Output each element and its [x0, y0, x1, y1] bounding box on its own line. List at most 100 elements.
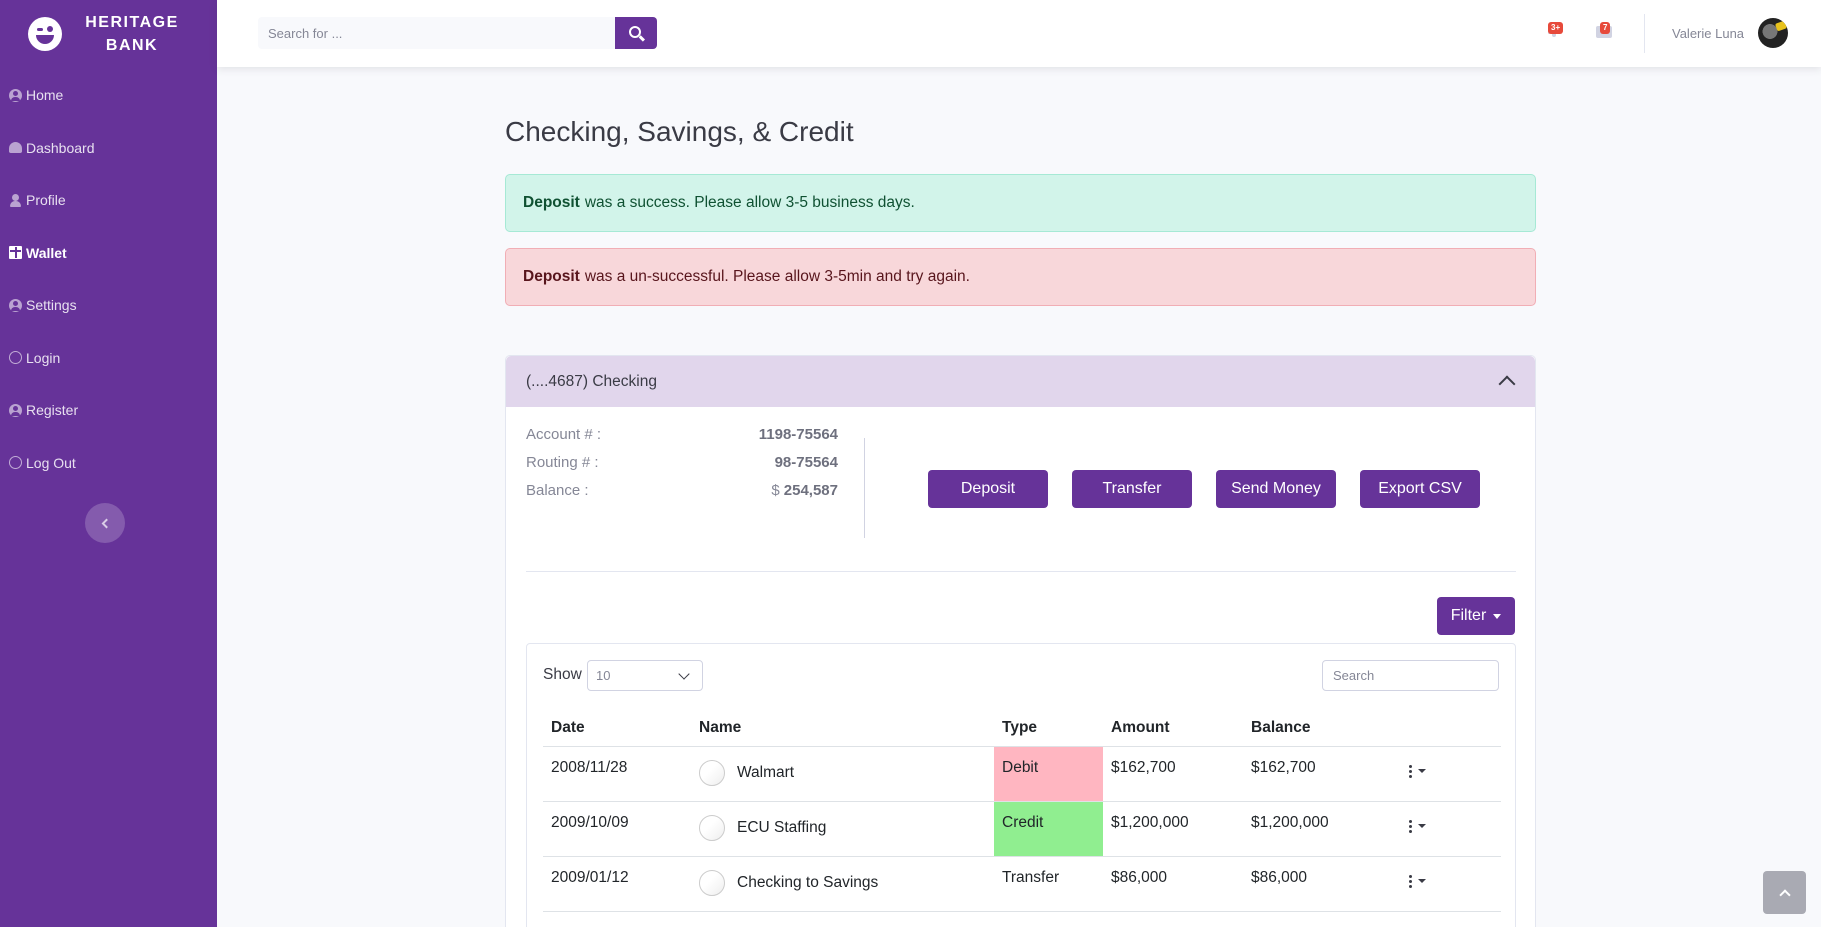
messages-count-badge: 7	[1600, 22, 1611, 34]
table-search-input[interactable]	[1322, 660, 1499, 691]
deposit-button[interactable]: Deposit	[928, 470, 1048, 508]
avatar[interactable]	[1758, 18, 1788, 48]
scroll-to-top-button[interactable]	[1763, 871, 1806, 914]
balance-row: Balance : $254,587	[526, 482, 838, 510]
wink-logo-icon	[28, 16, 62, 51]
sidebar-item-profile[interactable]: Profile	[0, 174, 217, 227]
sidebar-item-label: Dashboard	[26, 139, 95, 156]
merchant-image	[699, 759, 725, 786]
table-header-row: Date Name Type Amount Balance	[543, 710, 1501, 747]
column-header-amount[interactable]: Amount	[1103, 710, 1243, 747]
routing-number-row: Routing # : 98-75564	[526, 454, 838, 482]
sidebar-item-label: Login	[26, 349, 61, 366]
sidebar-item-settings[interactable]: Settings	[0, 279, 217, 332]
filter-button[interactable]: Filter	[1437, 597, 1515, 635]
chevron-down-icon	[678, 668, 690, 680]
chevron-left-icon	[101, 518, 112, 528]
row-menu-button[interactable]	[1409, 819, 1501, 833]
section-divider	[526, 571, 1516, 572]
circle-user-outline-icon	[9, 351, 22, 365]
sidebar-item-logout[interactable]: Log Out	[0, 437, 217, 490]
row-menu-button[interactable]	[1409, 874, 1501, 888]
balance-label: Balance :	[526, 482, 589, 499]
account-actions: Deposit Transfer Send Money Export CSV	[928, 470, 1480, 508]
search-button[interactable]	[615, 17, 657, 49]
date-cell: 2009/10/09	[543, 801, 691, 857]
brand-name: HERITAGE BANK	[85, 13, 179, 54]
circle-user-outline-icon	[9, 456, 22, 470]
sidebar-item-login[interactable]: Login	[0, 332, 217, 385]
topbar-divider	[1644, 14, 1645, 53]
column-header-type[interactable]: Type	[994, 710, 1103, 747]
account-details: Account # : 1198-75564 Routing # : 98-75…	[526, 426, 838, 510]
sidebar-item-dashboard[interactable]: Dashboard	[0, 122, 217, 175]
sidebar-nav: Home Dashboard Profile Wallet Settings L…	[0, 67, 217, 489]
merchant-name: Walmart	[737, 763, 795, 781]
user-circle-icon	[9, 88, 22, 102]
table-icon	[9, 246, 22, 260]
account-card-header[interactable]: (....4687) Checking	[506, 356, 1535, 407]
chevron-up-icon[interactable]	[1498, 375, 1516, 393]
user-icon	[9, 193, 22, 207]
sidebar-item-label: Settings	[26, 297, 77, 314]
balance-cell: $86,000	[1243, 856, 1401, 912]
user-circle-icon	[9, 298, 22, 312]
account-number-value: 1198-75564	[758, 426, 838, 443]
sidebar-item-label: Register	[26, 402, 79, 419]
merchant-image	[699, 869, 725, 896]
kebab-icon	[1409, 819, 1412, 833]
name-cell: ECU Staffing	[691, 801, 994, 857]
transactions-table: Date Name Type Amount Balance 2008/11/28…	[543, 710, 1501, 912]
tachometer-icon	[9, 142, 22, 154]
sidebar-item-label: Profile	[26, 192, 66, 209]
table-row: 2009/01/12 Checking to Savings Transfer …	[543, 856, 1501, 912]
kebab-icon	[1409, 764, 1412, 778]
row-actions-cell	[1401, 801, 1501, 857]
type-cell: Credit	[994, 801, 1103, 857]
account-card: (....4687) Checking Account # : 1198-755…	[505, 355, 1536, 927]
user-name[interactable]: Valerie Luna	[1672, 26, 1744, 41]
sidebar-item-home[interactable]: Home	[0, 69, 217, 122]
sidebar-toggle-button[interactable]	[85, 503, 125, 543]
merchant-image	[699, 814, 725, 841]
send-money-button[interactable]: Send Money	[1216, 470, 1336, 508]
show-entries-value: 10	[596, 668, 611, 683]
row-menu-button[interactable]	[1409, 764, 1501, 778]
sidebar-item-label: Home	[26, 87, 64, 104]
kebab-icon	[1409, 874, 1412, 888]
column-header-actions	[1401, 710, 1501, 747]
amount-cell: $162,700	[1103, 746, 1243, 802]
search-input[interactable]	[258, 17, 615, 49]
column-header-balance[interactable]: Balance	[1243, 710, 1401, 747]
date-cell: 2008/11/28	[543, 746, 691, 802]
caret-down-icon	[1418, 769, 1426, 773]
brand[interactable]: HERITAGE BANK	[0, 0, 217, 67]
search-icon	[629, 26, 641, 38]
user-circle-icon	[9, 403, 22, 417]
transfer-button[interactable]: Transfer	[1072, 470, 1192, 508]
balance-cell: $162,700	[1243, 746, 1401, 802]
column-header-name[interactable]: Name	[691, 710, 994, 747]
sidebar-item-wallet[interactable]: Wallet	[0, 227, 217, 280]
account-title: (....4687) Checking	[526, 372, 657, 390]
export-csv-button[interactable]: Export CSV	[1360, 470, 1480, 508]
account-number-row: Account # : 1198-75564	[526, 426, 838, 454]
column-header-date[interactable]: Date	[543, 710, 691, 747]
danger-alert: Deposit was a un-successful. Please allo…	[505, 248, 1536, 306]
balance-value: 254,587	[783, 482, 838, 499]
merchant-name: ECU Staffing	[737, 818, 827, 836]
transactions-panel: Show 10 Date Name Type Amount Balance 20…	[526, 643, 1516, 927]
table-row: 2008/11/28 Walmart Debit $162,700 $162,7…	[543, 746, 1501, 802]
page-title: Checking, Savings, & Credit	[505, 116, 854, 147]
sidebar-item-register[interactable]: Register	[0, 384, 217, 437]
balance-amount: $254,587	[771, 482, 838, 510]
type-cell: Debit	[994, 746, 1103, 802]
alert-text: was a success. Please allow 3-5 business…	[584, 194, 915, 211]
show-entries-select[interactable]: 10	[587, 660, 703, 691]
amount-cell: $1,200,000	[1103, 801, 1243, 857]
amount-cell: $86,000	[1103, 856, 1243, 912]
name-cell: Walmart	[691, 746, 994, 802]
table-row: 2009/10/09 ECU Staffing Credit $1,200,00…	[543, 801, 1501, 857]
topbar-search	[258, 17, 657, 49]
balance-cell: $1,200,000	[1243, 801, 1401, 857]
